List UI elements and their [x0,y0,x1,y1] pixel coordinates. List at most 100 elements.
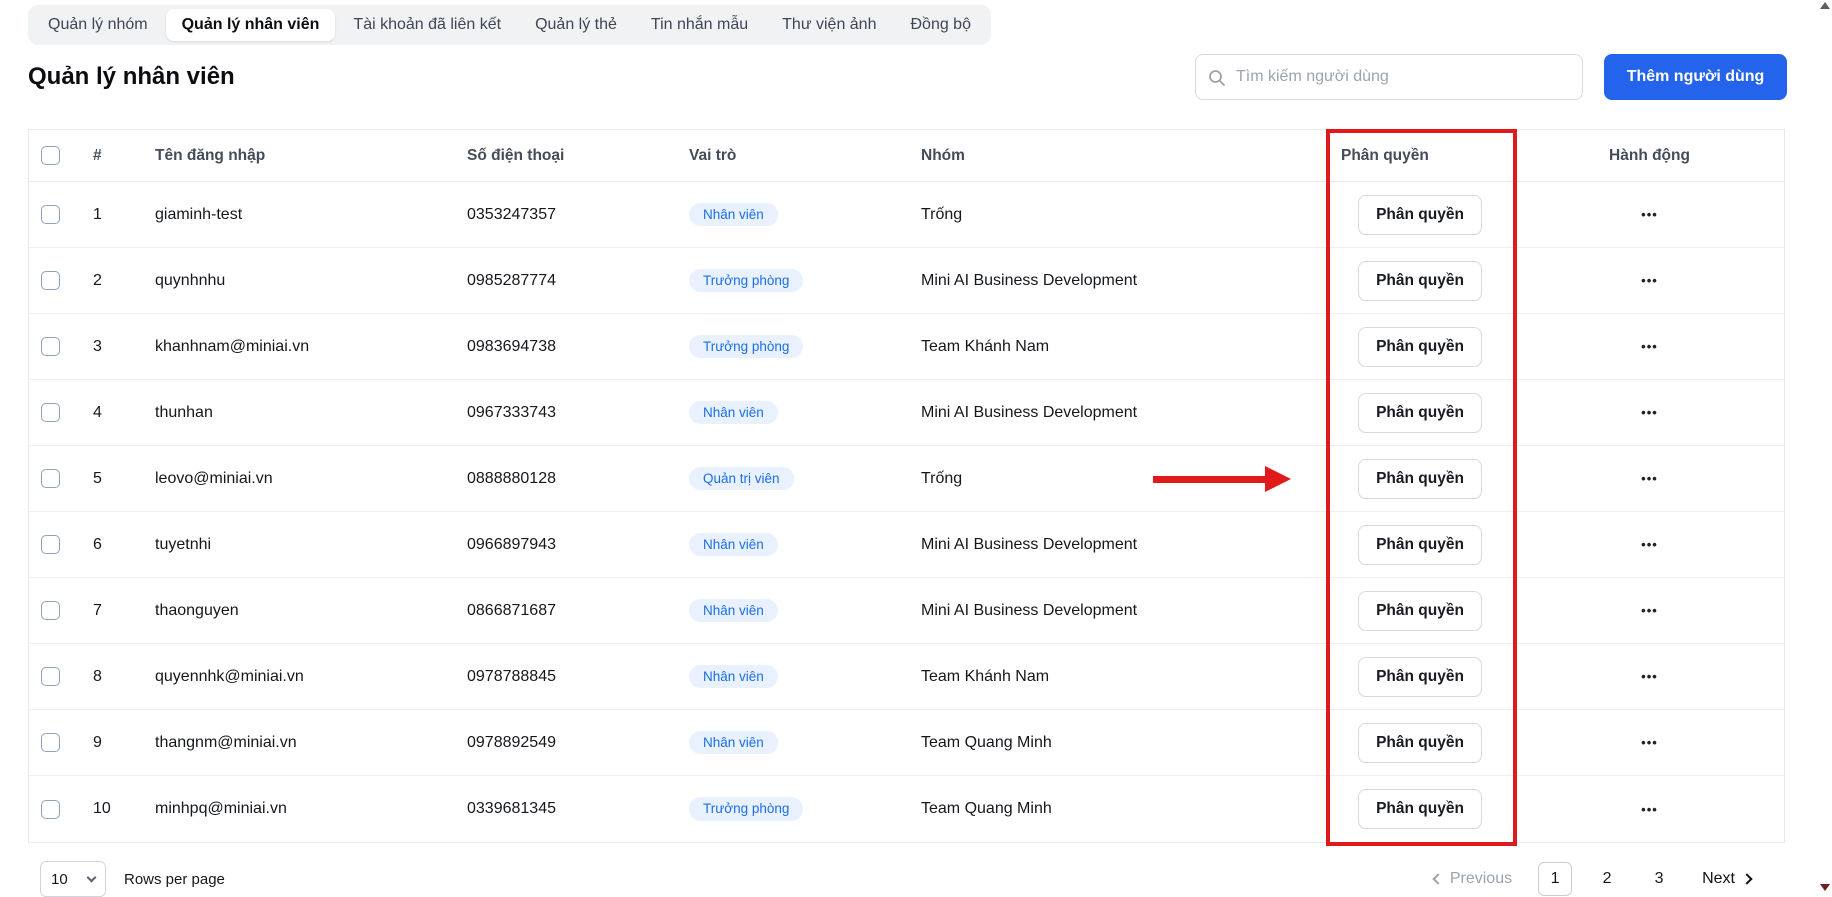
row-actions-icon[interactable]: ••• [1641,669,1658,684]
scroll-up-icon[interactable] [1820,2,1830,9]
next-button[interactable]: Next [1702,870,1751,888]
row-actions-icon[interactable]: ••• [1641,537,1658,552]
permission-cell: Phân quyền [1325,459,1515,499]
row-checkbox[interactable] [41,403,60,422]
row-role-cell: Nhân viên [673,731,905,755]
row-actions-icon[interactable]: ••• [1641,603,1658,618]
table-row: 4thunhan0967333743Nhân viênMini AI Busin… [29,380,1784,446]
actions-cell: ••• [1515,603,1784,618]
row-phone: 0353247357 [451,206,673,224]
checkbox-cell [29,535,77,554]
permission-button[interactable]: Phân quyền [1358,393,1482,433]
row-checkbox[interactable] [41,337,60,356]
permission-button[interactable]: Phân quyền [1358,789,1482,829]
scrollbar[interactable] [1820,0,1832,893]
permission-cell: Phân quyền [1325,525,1515,565]
permission-button[interactable]: Phân quyền [1358,657,1482,697]
row-actions-icon[interactable]: ••• [1641,735,1658,750]
row-index: 7 [77,602,139,620]
row-actions-icon[interactable]: ••• [1641,273,1658,288]
role-badge: Nhân viên [689,665,778,689]
app-window: { "tabs": [ { "label": "Quản lý nhóm", "… [0,0,1832,893]
row-group: Mini AI Business Development [905,272,1325,290]
actions-cell: ••• [1515,537,1784,552]
row-role-cell: Trưởng phòng [673,269,905,293]
previous-button[interactable]: Previous [1434,870,1512,888]
permission-cell: Phân quyền [1325,327,1515,367]
row-phone: 0339681345 [451,800,673,818]
tab-4[interactable]: Tin nhắn mẫu [635,9,764,41]
pagination: Previous 123 Next [1434,862,1751,896]
tab-3[interactable]: Quản lý thẻ [519,9,633,41]
row-username: tuyetnhi [139,536,451,554]
row-actions-icon[interactable]: ••• [1641,471,1658,486]
actions-cell: ••• [1515,735,1784,750]
select-all-checkbox[interactable] [41,146,60,165]
tab-1[interactable]: Quản lý nhân viên [166,9,336,41]
role-badge: Nhân viên [689,731,778,755]
add-user-button[interactable]: Thêm người dùng [1604,54,1787,100]
permission-button[interactable]: Phân quyền [1358,591,1482,631]
role-badge: Trưởng phòng [689,269,803,293]
chevron-right-icon [1741,873,1752,884]
tab-6[interactable]: Đồng bộ [894,9,987,41]
tab-0[interactable]: Quản lý nhóm [32,9,164,41]
row-index: 4 [77,404,139,422]
row-phone: 0967333743 [451,404,673,422]
row-checkbox[interactable] [41,469,60,488]
column-header: Số điện thoại [451,147,673,165]
tab-2[interactable]: Tài khoản đã liên kết [337,9,517,41]
permission-button[interactable]: Phân quyền [1358,195,1482,235]
row-actions-icon[interactable]: ••• [1641,405,1658,420]
row-index: 8 [77,668,139,686]
column-header: Hành động [1515,147,1784,165]
permission-button[interactable]: Phân quyền [1358,723,1482,763]
row-checkbox[interactable] [41,535,60,554]
row-checkbox[interactable] [41,667,60,686]
rows-per-page-select[interactable]: 10 [40,861,106,897]
permission-button[interactable]: Phân quyền [1358,459,1482,499]
user-table: #Tên đăng nhậpSố điện thoạiVai tròNhómPh… [28,129,1785,843]
checkbox-cell [29,601,77,620]
pagination-page-1[interactable]: 1 [1538,862,1572,896]
row-actions-icon[interactable]: ••• [1641,802,1658,817]
row-username: giaminh-test [139,206,451,224]
row-checkbox[interactable] [41,601,60,620]
scroll-down-icon[interactable] [1820,884,1830,891]
pagination-pages: 123 [1538,862,1676,896]
row-checkbox[interactable] [41,271,60,290]
row-role-cell: Trưởng phòng [673,797,905,821]
tab-5[interactable]: Thư viện ảnh [766,9,892,41]
permission-button[interactable]: Phân quyền [1358,261,1482,301]
role-badge: Trưởng phòng [689,335,803,359]
permission-button[interactable]: Phân quyền [1358,327,1482,367]
row-actions-icon[interactable]: ••• [1641,207,1658,222]
table-footer: 10 Rows per page Previous 123 Next [28,861,1785,897]
actions-cell: ••• [1515,669,1784,684]
row-actions-icon[interactable]: ••• [1641,339,1658,354]
row-phone: 0978892549 [451,734,673,752]
search-input[interactable] [1196,55,1582,99]
row-role-cell: Nhân viên [673,203,905,227]
row-phone: 0966897943 [451,536,673,554]
row-username: minhpq@miniai.vn [139,800,451,818]
permission-button[interactable]: Phân quyền [1358,525,1482,565]
role-badge: Nhân viên [689,599,778,623]
table-body: 1giaminh-test0353247357Nhân viênTrốngPhâ… [29,182,1784,842]
actions-cell: ••• [1515,273,1784,288]
permission-cell: Phân quyền [1325,393,1515,433]
pagination-page-3[interactable]: 3 [1642,862,1676,896]
row-role-cell: Nhân viên [673,533,905,557]
row-phone: 0888880128 [451,470,673,488]
row-checkbox[interactable] [41,733,60,752]
row-checkbox[interactable] [41,800,60,819]
row-group: Team Quang Minh [905,800,1325,818]
checkbox-cell [29,337,77,356]
search-box [1195,54,1583,100]
row-group: Team Khánh Nam [905,338,1325,356]
row-checkbox[interactable] [41,205,60,224]
pagination-page-2[interactable]: 2 [1590,862,1624,896]
column-header: Nhóm [905,147,1325,165]
rows-per-page-label: Rows per page [124,871,225,888]
role-badge: Nhân viên [689,401,778,425]
